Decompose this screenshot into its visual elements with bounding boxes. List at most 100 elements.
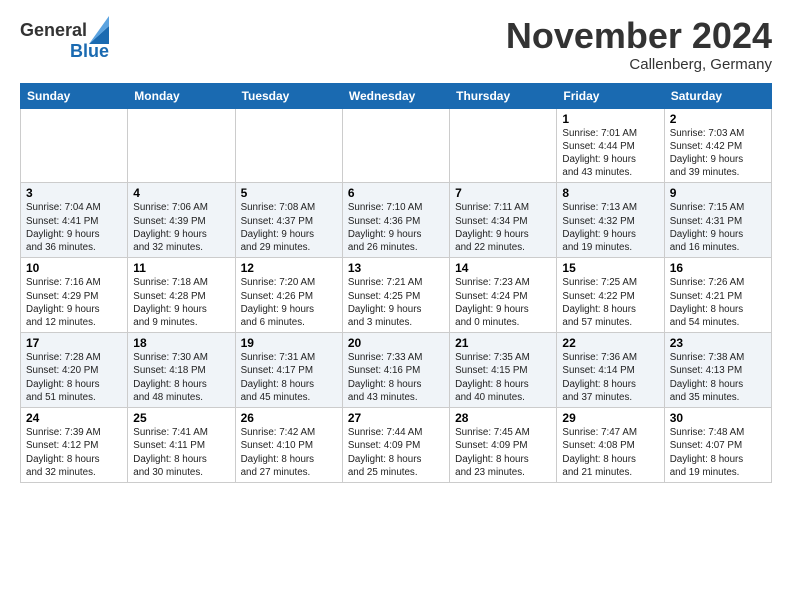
table-row: 29Sunrise: 7:47 AM Sunset: 4:08 PM Dayli… <box>557 408 664 483</box>
day-number: 25 <box>133 411 229 425</box>
day-info: Sunrise: 7:28 AM Sunset: 4:20 PM Dayligh… <box>26 351 122 404</box>
table-row <box>342 108 449 183</box>
day-info: Sunrise: 7:23 AM Sunset: 4:24 PM Dayligh… <box>455 276 551 329</box>
day-number: 22 <box>562 336 658 350</box>
day-info: Sunrise: 7:03 AM Sunset: 4:42 PM Dayligh… <box>670 127 766 180</box>
calendar-week-1: 1Sunrise: 7:01 AM Sunset: 4:44 PM Daylig… <box>21 108 772 183</box>
day-info: Sunrise: 7:11 AM Sunset: 4:34 PM Dayligh… <box>455 201 551 254</box>
day-number: 5 <box>241 186 337 200</box>
day-number: 14 <box>455 261 551 275</box>
table-row: 19Sunrise: 7:31 AM Sunset: 4:17 PM Dayli… <box>235 333 342 408</box>
table-row: 4Sunrise: 7:06 AM Sunset: 4:39 PM Daylig… <box>128 183 235 258</box>
day-info: Sunrise: 7:36 AM Sunset: 4:14 PM Dayligh… <box>562 351 658 404</box>
page: General Blue November 2024 Callenberg, G… <box>0 0 792 612</box>
table-row: 6Sunrise: 7:10 AM Sunset: 4:36 PM Daylig… <box>342 183 449 258</box>
day-info: Sunrise: 7:08 AM Sunset: 4:37 PM Dayligh… <box>241 201 337 254</box>
calendar-header-row: Sunday Monday Tuesday Wednesday Thursday… <box>21 83 772 108</box>
logo: General Blue <box>20 16 109 62</box>
col-friday: Friday <box>557 83 664 108</box>
day-info: Sunrise: 7:01 AM Sunset: 4:44 PM Dayligh… <box>562 127 658 180</box>
table-row: 2Sunrise: 7:03 AM Sunset: 4:42 PM Daylig… <box>664 108 771 183</box>
day-info: Sunrise: 7:44 AM Sunset: 4:09 PM Dayligh… <box>348 426 444 479</box>
day-info: Sunrise: 7:30 AM Sunset: 4:18 PM Dayligh… <box>133 351 229 404</box>
day-number: 3 <box>26 186 122 200</box>
day-number: 26 <box>241 411 337 425</box>
month-title: November 2024 <box>506 16 772 56</box>
table-row: 21Sunrise: 7:35 AM Sunset: 4:15 PM Dayli… <box>450 333 557 408</box>
table-row <box>128 108 235 183</box>
table-row: 9Sunrise: 7:15 AM Sunset: 4:31 PM Daylig… <box>664 183 771 258</box>
col-wednesday: Wednesday <box>342 83 449 108</box>
day-number: 7 <box>455 186 551 200</box>
day-number: 6 <box>348 186 444 200</box>
day-info: Sunrise: 7:41 AM Sunset: 4:11 PM Dayligh… <box>133 426 229 479</box>
day-info: Sunrise: 7:18 AM Sunset: 4:28 PM Dayligh… <box>133 276 229 329</box>
day-info: Sunrise: 7:10 AM Sunset: 4:36 PM Dayligh… <box>348 201 444 254</box>
table-row: 10Sunrise: 7:16 AM Sunset: 4:29 PM Dayli… <box>21 258 128 333</box>
day-number: 11 <box>133 261 229 275</box>
location: Callenberg, Germany <box>506 56 772 73</box>
col-monday: Monday <box>128 83 235 108</box>
day-number: 19 <box>241 336 337 350</box>
day-number: 17 <box>26 336 122 350</box>
table-row: 20Sunrise: 7:33 AM Sunset: 4:16 PM Dayli… <box>342 333 449 408</box>
day-info: Sunrise: 7:06 AM Sunset: 4:39 PM Dayligh… <box>133 201 229 254</box>
table-row <box>21 108 128 183</box>
day-number: 18 <box>133 336 229 350</box>
day-number: 8 <box>562 186 658 200</box>
table-row <box>450 108 557 183</box>
day-number: 21 <box>455 336 551 350</box>
day-number: 24 <box>26 411 122 425</box>
col-sunday: Sunday <box>21 83 128 108</box>
day-number: 13 <box>348 261 444 275</box>
table-row: 15Sunrise: 7:25 AM Sunset: 4:22 PM Dayli… <box>557 258 664 333</box>
day-number: 2 <box>670 112 766 126</box>
table-row: 28Sunrise: 7:45 AM Sunset: 4:09 PM Dayli… <box>450 408 557 483</box>
table-row: 23Sunrise: 7:38 AM Sunset: 4:13 PM Dayli… <box>664 333 771 408</box>
day-number: 30 <box>670 411 766 425</box>
day-info: Sunrise: 7:33 AM Sunset: 4:16 PM Dayligh… <box>348 351 444 404</box>
day-number: 1 <box>562 112 658 126</box>
calendar-week-4: 17Sunrise: 7:28 AM Sunset: 4:20 PM Dayli… <box>21 333 772 408</box>
day-info: Sunrise: 7:47 AM Sunset: 4:08 PM Dayligh… <box>562 426 658 479</box>
day-info: Sunrise: 7:35 AM Sunset: 4:15 PM Dayligh… <box>455 351 551 404</box>
table-row: 17Sunrise: 7:28 AM Sunset: 4:20 PM Dayli… <box>21 333 128 408</box>
table-row <box>235 108 342 183</box>
table-row: 25Sunrise: 7:41 AM Sunset: 4:11 PM Dayli… <box>128 408 235 483</box>
day-number: 20 <box>348 336 444 350</box>
table-row: 14Sunrise: 7:23 AM Sunset: 4:24 PM Dayli… <box>450 258 557 333</box>
logo-icon <box>89 16 109 44</box>
table-row: 26Sunrise: 7:42 AM Sunset: 4:10 PM Dayli… <box>235 408 342 483</box>
day-number: 27 <box>348 411 444 425</box>
calendar-week-2: 3Sunrise: 7:04 AM Sunset: 4:41 PM Daylig… <box>21 183 772 258</box>
col-thursday: Thursday <box>450 83 557 108</box>
table-row: 16Sunrise: 7:26 AM Sunset: 4:21 PM Dayli… <box>664 258 771 333</box>
table-row: 27Sunrise: 7:44 AM Sunset: 4:09 PM Dayli… <box>342 408 449 483</box>
table-row: 24Sunrise: 7:39 AM Sunset: 4:12 PM Dayli… <box>21 408 128 483</box>
col-tuesday: Tuesday <box>235 83 342 108</box>
table-row: 3Sunrise: 7:04 AM Sunset: 4:41 PM Daylig… <box>21 183 128 258</box>
logo-general-text: General <box>20 21 87 41</box>
day-info: Sunrise: 7:45 AM Sunset: 4:09 PM Dayligh… <box>455 426 551 479</box>
day-info: Sunrise: 7:16 AM Sunset: 4:29 PM Dayligh… <box>26 276 122 329</box>
calendar: Sunday Monday Tuesday Wednesday Thursday… <box>20 83 772 483</box>
day-info: Sunrise: 7:38 AM Sunset: 4:13 PM Dayligh… <box>670 351 766 404</box>
table-row: 11Sunrise: 7:18 AM Sunset: 4:28 PM Dayli… <box>128 258 235 333</box>
day-info: Sunrise: 7:13 AM Sunset: 4:32 PM Dayligh… <box>562 201 658 254</box>
calendar-week-3: 10Sunrise: 7:16 AM Sunset: 4:29 PM Dayli… <box>21 258 772 333</box>
day-number: 9 <box>670 186 766 200</box>
day-info: Sunrise: 7:21 AM Sunset: 4:25 PM Dayligh… <box>348 276 444 329</box>
calendar-week-5: 24Sunrise: 7:39 AM Sunset: 4:12 PM Dayli… <box>21 408 772 483</box>
title-area: November 2024 Callenberg, Germany <box>506 16 772 73</box>
col-saturday: Saturday <box>664 83 771 108</box>
day-info: Sunrise: 7:20 AM Sunset: 4:26 PM Dayligh… <box>241 276 337 329</box>
day-info: Sunrise: 7:42 AM Sunset: 4:10 PM Dayligh… <box>241 426 337 479</box>
table-row: 8Sunrise: 7:13 AM Sunset: 4:32 PM Daylig… <box>557 183 664 258</box>
day-number: 12 <box>241 261 337 275</box>
day-info: Sunrise: 7:26 AM Sunset: 4:21 PM Dayligh… <box>670 276 766 329</box>
table-row: 5Sunrise: 7:08 AM Sunset: 4:37 PM Daylig… <box>235 183 342 258</box>
day-info: Sunrise: 7:48 AM Sunset: 4:07 PM Dayligh… <box>670 426 766 479</box>
day-number: 23 <box>670 336 766 350</box>
header: General Blue November 2024 Callenberg, G… <box>20 16 772 73</box>
day-number: 4 <box>133 186 229 200</box>
